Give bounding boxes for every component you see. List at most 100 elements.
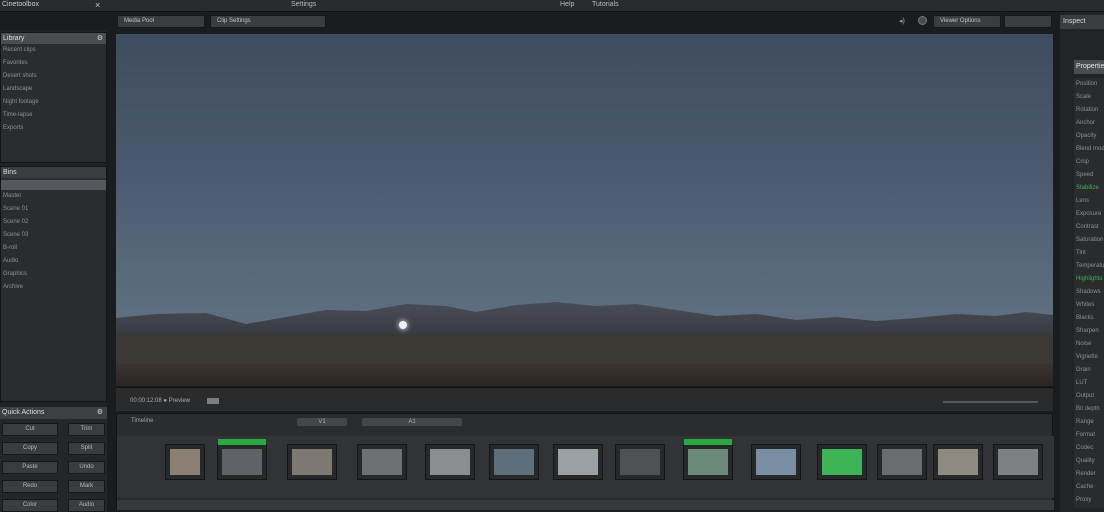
timeline-clip[interactable]	[287, 444, 337, 480]
library-item[interactable]: Recent clips	[1, 44, 106, 57]
property-row[interactable]: Stabilize	[1074, 182, 1104, 195]
media-pool-button[interactable]: Media Pool	[117, 15, 205, 28]
menu-help[interactable]: Help	[560, 1, 574, 8]
timeline-clip[interactable]	[817, 444, 867, 480]
desert-landscape-image	[116, 302, 1053, 364]
property-row[interactable]: Temperature	[1074, 260, 1104, 273]
property-row[interactable]: Highlights	[1074, 273, 1104, 286]
property-row[interactable]: Sharpen	[1074, 325, 1104, 338]
bins-selected-row[interactable]	[1, 180, 106, 190]
library-item[interactable]: Exports	[1, 122, 106, 135]
library-item[interactable]: Landscape	[1, 83, 106, 96]
clip-thumbnail	[292, 449, 332, 475]
property-row[interactable]: Vignette	[1074, 351, 1104, 364]
timeline-clip[interactable]	[489, 444, 539, 480]
timeline-clip[interactable]	[993, 444, 1043, 480]
property-row[interactable]: Crop	[1074, 156, 1104, 169]
timeline-clip[interactable]	[615, 444, 665, 480]
timeline-clip[interactable]	[683, 439, 733, 480]
property-row[interactable]: Speed	[1074, 169, 1104, 182]
property-row[interactable]: Whites	[1074, 299, 1104, 312]
property-row[interactable]: Contrast	[1074, 221, 1104, 234]
bin-item[interactable]: Scene 03	[1, 229, 106, 242]
property-row[interactable]: Render	[1074, 468, 1104, 481]
quick-action-button[interactable]: Copy	[2, 442, 58, 455]
video-track[interactable]	[117, 436, 1054, 498]
scrub-bar[interactable]	[943, 401, 1038, 403]
property-row[interactable]: Scale	[1074, 91, 1104, 104]
bin-item[interactable]: B-roll	[1, 242, 106, 255]
timeline-scrollbar[interactable]	[117, 500, 1054, 510]
bin-item[interactable]: Archive	[1, 281, 106, 294]
property-row[interactable]: Quality	[1074, 455, 1104, 468]
timeline-clip[interactable]	[933, 444, 983, 480]
timeline-clip[interactable]	[217, 439, 267, 480]
property-row[interactable]: Output	[1074, 390, 1104, 403]
library-item[interactable]: Time-lapse	[1, 109, 106, 122]
property-row[interactable]: Proxy	[1074, 494, 1104, 507]
property-row[interactable]: Exposure	[1074, 208, 1104, 221]
bin-item[interactable]: Master	[1, 190, 106, 203]
bin-item[interactable]: Scene 02	[1, 216, 106, 229]
property-row[interactable]: Codec	[1074, 442, 1104, 455]
library-item[interactable]: Night footage	[1, 96, 106, 109]
property-row[interactable]: Cache	[1074, 481, 1104, 494]
quick-action-button[interactable]: Color	[2, 499, 58, 512]
bin-item[interactable]: Graphics	[1, 268, 106, 281]
clip-marker	[218, 439, 266, 445]
clip-thumbnail	[170, 449, 200, 475]
property-row[interactable]: Range	[1074, 416, 1104, 429]
property-row[interactable]: Grain	[1074, 364, 1104, 377]
tab-audio-track[interactable]: A1	[362, 418, 462, 426]
property-row[interactable]: Shadows	[1074, 286, 1104, 299]
quick-action-button[interactable]: Undo	[68, 461, 105, 474]
menu-settings[interactable]: Settings	[291, 1, 316, 8]
gear-icon[interactable]: ⚙	[97, 33, 103, 44]
quick-action-button[interactable]: Split	[68, 442, 105, 455]
quick-action-button[interactable]: Redo	[2, 480, 58, 493]
properties-list: Position Scale Rotation Anchor Opacity Blend …	[1074, 78, 1104, 508]
quick-action-button[interactable]: Cut	[2, 423, 58, 436]
quick-action-button[interactable]: Paste	[2, 461, 58, 474]
clip-settings-button[interactable]: Clip Settings	[210, 15, 326, 28]
bin-item[interactable]: Audio	[1, 255, 106, 268]
record-icon[interactable]	[918, 16, 927, 25]
property-row[interactable]: Position	[1074, 78, 1104, 91]
viewer-options-button[interactable]: Viewer Options	[933, 15, 1001, 28]
close-icon[interactable]: ×	[95, 0, 100, 10]
property-row[interactable]: Format	[1074, 429, 1104, 442]
options-icon[interactable]: ⚙	[97, 407, 103, 419]
timeline-clip[interactable]	[877, 444, 927, 480]
property-row[interactable]: Blend mode	[1074, 143, 1104, 156]
quick-action-button[interactable]: Audio	[68, 499, 105, 512]
quick-action-button[interactable]: Trim	[68, 423, 105, 436]
viewer-extra-button[interactable]	[1004, 15, 1052, 28]
inspect-tab[interactable]: Inspect	[1060, 15, 1104, 29]
bin-item[interactable]: Scene 01	[1, 203, 106, 216]
clip-marker	[684, 439, 732, 445]
timeline-clip[interactable]	[165, 444, 205, 480]
timeline-clip[interactable]	[553, 444, 603, 480]
app-title: Cinetoolbox	[2, 1, 39, 8]
library-item[interactable]: Desert shots	[1, 70, 106, 83]
quick-action-button[interactable]: Mark	[68, 480, 105, 493]
property-row[interactable]: Saturation	[1074, 234, 1104, 247]
video-viewer[interactable]	[116, 34, 1053, 386]
menu-tutorials[interactable]: Tutorials	[592, 1, 619, 8]
property-row[interactable]: Lens	[1074, 195, 1104, 208]
bins-panel: Bins Master Scene 01 Scene 02 Scene 03 B-rol…	[0, 166, 107, 402]
property-row[interactable]: Opacity	[1074, 130, 1104, 143]
property-row[interactable]: Bit depth	[1074, 403, 1104, 416]
property-row[interactable]: LUT	[1074, 377, 1104, 390]
property-row[interactable]: Anchor	[1074, 117, 1104, 130]
timeline-clip[interactable]	[751, 444, 801, 480]
property-row[interactable]: Tint	[1074, 247, 1104, 260]
timeline-clip[interactable]	[357, 444, 407, 480]
property-row[interactable]: Rotation	[1074, 104, 1104, 117]
library-item[interactable]: Favorites	[1, 57, 106, 70]
speaker-icon[interactable]: ◂)	[899, 17, 905, 25]
property-row[interactable]: Blacks	[1074, 312, 1104, 325]
tab-video-track[interactable]: V1	[297, 418, 347, 426]
property-row[interactable]: Noise	[1074, 338, 1104, 351]
timeline-clip[interactable]	[425, 444, 475, 480]
